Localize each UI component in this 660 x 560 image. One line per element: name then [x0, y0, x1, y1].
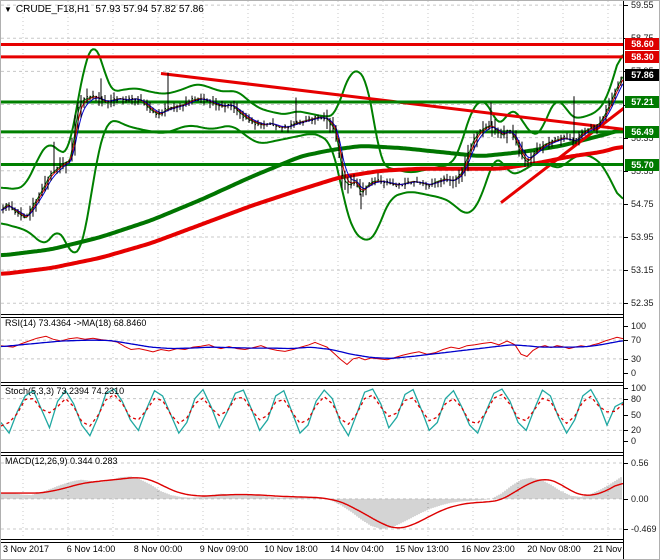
price-axis-label: 59.55: [631, 0, 654, 11]
price-axis-label: 0.56: [631, 458, 649, 468]
time-axis-label: 16 Nov 23:00: [461, 544, 515, 554]
level-price-label: 58.60: [625, 38, 659, 51]
axis-tick: [624, 358, 628, 360]
price-axis-label: 0.00: [631, 493, 649, 504]
time-axis-label: 14 Nov 04:00: [330, 544, 384, 554]
axis-tick: [624, 388, 628, 389]
price-axis-label: 53.15: [631, 265, 654, 276]
price-axis-label: 0: [631, 436, 637, 446]
time-axis[interactable]: 3 Nov 2017 6 Nov 14:00 8 Nov 00:00 9 Nov 09…: [1, 541, 647, 559]
axis-tick: [624, 236, 628, 238]
stoch-k-line: [1, 388, 623, 438]
axis-tick: [624, 414, 628, 416]
axis-tick: [624, 430, 628, 432]
axis-tick: [624, 463, 628, 464]
ohlc-quote-label: 57.93 57.94 57.82 57.86: [95, 4, 204, 15]
axis-tick: [624, 170, 628, 172]
axis-tick: [624, 498, 628, 500]
time-axis-label: 10 Nov 18:00: [264, 544, 318, 554]
axis-tick: [624, 398, 628, 400]
time-axis-label: 9 Nov 09:00: [199, 544, 249, 554]
price-axis-label: 54.75: [631, 198, 654, 209]
main-price-pane[interactable]: [1, 1, 623, 314]
axis-tick: [624, 270, 628, 272]
trading-chart-window: ▼ CRUDE_F18,H1 57.93 57.94 57.82 57.86 RS…: [0, 0, 660, 560]
price-axis-label: 53.95: [631, 231, 654, 242]
price-axis-label: 30: [631, 353, 642, 364]
symbol-dropdown-icon[interactable]: ▼: [4, 5, 12, 14]
time-axis-label: 3 Nov 2017: [3, 544, 50, 554]
axis-tick: [624, 303, 628, 305]
chart-title: ▼ CRUDE_F18,H1 57.93 57.94 57.82 57.86: [4, 4, 204, 15]
price-axis-label: -0.469: [631, 524, 657, 534]
axis-tick: [624, 340, 628, 342]
axis-tick: [624, 326, 628, 327]
price-axis-label: 20: [631, 425, 642, 436]
price-axis-label: 50: [631, 409, 642, 420]
price-axis[interactable]: 59.5558.7557.9557.1556.3555.5554.7553.95…: [623, 0, 659, 559]
axis-tick: [624, 5, 628, 7]
price-axis-label: 100: [631, 383, 647, 393]
level-price-label: 56.49: [625, 125, 659, 138]
rsi-indicator-label: RSI(14) 73.4364 ->MA(18) 68.8460: [5, 318, 147, 328]
rsi-ma-line: [1, 339, 623, 359]
symbol-label: CRUDE_F18,H1: [15, 4, 90, 15]
price-axis-label: 70: [631, 335, 642, 346]
slow-green-ma: [1, 128, 623, 258]
level-price-label: 55.70: [625, 158, 659, 171]
time-axis-label: 6 Nov 14:00: [66, 544, 116, 554]
level-price-label: 57.21: [625, 96, 659, 109]
axis-tick: [624, 529, 628, 530]
price-axis-label: 100: [631, 321, 647, 331]
time-axis-label: 15 Nov 13:00: [395, 544, 449, 554]
price-bars: [2, 76, 622, 221]
current-price-label: 57.86: [625, 69, 659, 82]
time-axis-label: 20 Nov 08:00: [527, 544, 581, 554]
fast-green-ma: [1, 76, 623, 219]
axis-tick: [624, 373, 628, 374]
price-axis-label: 80: [631, 393, 642, 404]
macd-indicator-label: MACD(12,26,9) 0.344 0.283: [5, 456, 118, 466]
macd-pane[interactable]: [1, 455, 623, 539]
fast-red-ma: [1, 79, 623, 218]
macd-signal-line: [1, 477, 623, 529]
axis-tick: [624, 441, 628, 442]
axis-tick: [624, 203, 628, 205]
stoch-indicator-label: Stoch(5,3,3) 73.2394 74.2310: [5, 386, 125, 396]
price-axis-label: 0: [631, 368, 637, 378]
level-price-label: 58.30: [625, 50, 659, 63]
time-axis-label: 8 Nov 00:00: [133, 544, 183, 554]
price-axis-label: 52.35: [631, 298, 654, 309]
